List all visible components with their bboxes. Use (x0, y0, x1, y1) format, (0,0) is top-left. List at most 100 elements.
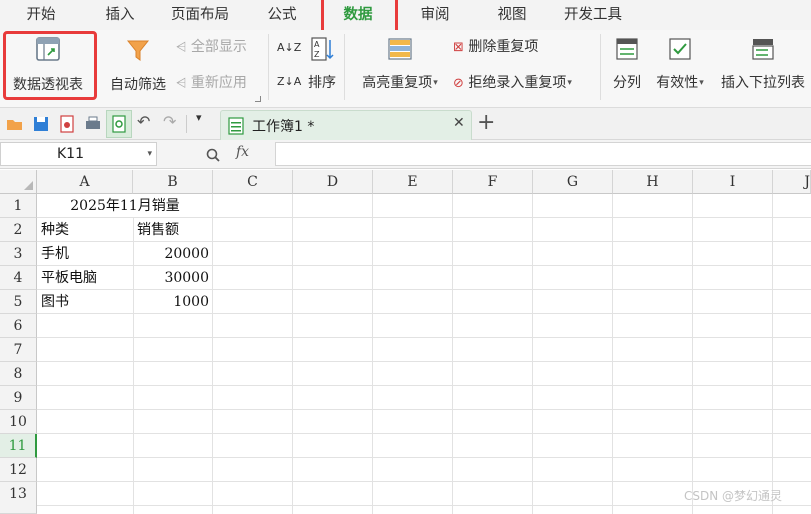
row-header-8[interactable]: 8 (0, 362, 37, 386)
sheet-title-cell[interactable]: 2025年11月销量 (38, 194, 212, 218)
cell-a5[interactable]: 图书 (41, 290, 69, 314)
row-header-4[interactable]: 4 (0, 266, 37, 290)
gridline (37, 409, 811, 410)
filter-group-launcher-icon[interactable] (255, 96, 261, 102)
sort-ascending-button[interactable]: A↓Z (277, 36, 301, 58)
highlight-duplicates-label: 高亮重复项 (362, 75, 433, 91)
cell-a4[interactable]: 平板电脑 (41, 266, 97, 290)
row-header-2[interactable]: 2 (0, 218, 37, 242)
name-box[interactable]: K11 ▾ (0, 142, 157, 166)
undo-icon[interactable]: ↶ (137, 112, 157, 132)
open-folder-icon[interactable] (5, 114, 25, 134)
row-header-11[interactable]: 11 (0, 434, 37, 458)
column-header-f[interactable]: F (453, 170, 533, 194)
cell-a3[interactable]: 手机 (41, 242, 69, 266)
select-all-corner[interactable] (0, 170, 37, 194)
column-header-g[interactable]: G (533, 170, 613, 194)
validity-icon (669, 38, 691, 60)
chevron-down-icon: ▾ (567, 78, 572, 88)
cell-b4[interactable]: 30000 (133, 266, 209, 290)
cell-a2[interactable]: 种类 (41, 218, 69, 242)
document-tab-title: 工作簿1 * (252, 119, 315, 135)
redo-icon[interactable]: ↷ (163, 112, 183, 132)
tab-data[interactable]: 数据 (327, 0, 389, 30)
document-tab[interactable]: 工作簿1 * ✕ (220, 110, 472, 140)
row-header-13[interactable]: 13 (0, 482, 37, 514)
print-icon[interactable] (83, 114, 103, 134)
tab-view[interactable]: 视图 (485, 0, 539, 30)
column-header-c[interactable]: C (213, 170, 293, 194)
cell-b2[interactable]: 销售额 (137, 218, 179, 242)
row-header-3[interactable]: 3 (0, 242, 37, 266)
reapply-button[interactable]: ⩤ 重新应用 (176, 72, 247, 94)
column-header-a[interactable]: A (37, 170, 133, 194)
formula-input[interactable] (275, 142, 811, 166)
column-header-b[interactable]: B (133, 170, 213, 194)
validity-button[interactable]: 有效性▾ (650, 36, 710, 98)
column-header-e[interactable]: E (373, 170, 453, 194)
show-all-button[interactable]: ⩤ 全部显示 (176, 36, 247, 58)
show-all-label: 全部显示 (190, 39, 247, 55)
reject-duplicates-icon: ⊘ (453, 76, 464, 91)
filter-reapply-icon: ⩤ (176, 76, 187, 91)
customize-toolbar-chevron-icon[interactable]: ▾ (196, 111, 216, 131)
tab-page-layout[interactable]: 页面布局 (163, 0, 237, 30)
ribbon: 数据透视表 自动筛选 ⩤ 全部显示 ⩤ 重新应用 A↓Z Z↓A A Z 排序 (0, 30, 811, 108)
remove-duplicates-icon: ⊠ (453, 40, 464, 55)
row-header-7[interactable]: 7 (0, 338, 37, 362)
cell-b3[interactable]: 20000 (133, 242, 209, 266)
sort-icon: A Z (311, 37, 334, 61)
tab-home[interactable]: 开始 (14, 0, 68, 30)
tab-insert[interactable]: 插入 (93, 0, 147, 30)
spreadsheet-grid[interactable]: A B C D E F G H I J 1 2 3 4 5 6 7 8 9 10… (0, 170, 811, 514)
remove-duplicates-button[interactable]: ⊠ 删除重复项 (453, 36, 538, 58)
highlight-duplicates-button[interactable]: 高亮重复项▾ (356, 36, 444, 98)
tab-developer[interactable]: 开发工具 (556, 0, 630, 30)
zoom-search-icon[interactable] (205, 147, 221, 163)
validity-label: 有效性 (656, 75, 699, 91)
sort-button[interactable]: A Z 排序 (304, 36, 340, 98)
pivot-table-icon (36, 37, 60, 61)
reject-duplicates-button[interactable]: ⊘ 拒绝录入重复项▾ (453, 72, 572, 94)
row-header-6[interactable]: 6 (0, 314, 37, 338)
name-box-chevron-down-icon[interactable]: ▾ (147, 143, 152, 165)
insert-dropdown-list-button[interactable]: 插入下拉列表 (715, 36, 811, 98)
column-header-i[interactable]: I (693, 170, 773, 194)
row-header-10[interactable]: 10 (0, 410, 37, 434)
row-header-9[interactable]: 9 (0, 386, 37, 410)
svg-text:A: A (314, 40, 320, 49)
svg-text:Z: Z (314, 50, 320, 59)
split-column-icon (616, 38, 638, 60)
row-header-5[interactable]: 5 (0, 290, 37, 314)
gridline (37, 433, 811, 434)
export-pdf-icon[interactable] (57, 114, 77, 134)
tab-review[interactable]: 审阅 (408, 0, 462, 30)
chevron-down-icon: ▾ (699, 78, 704, 88)
new-tab-plus-icon[interactable]: + (477, 110, 495, 136)
gridline (772, 194, 773, 514)
column-header-j[interactable]: J (773, 170, 811, 194)
row-header-1[interactable]: 1 (0, 194, 37, 218)
column-header-d[interactable]: D (293, 170, 373, 194)
cell-b5[interactable]: 1000 (133, 290, 209, 314)
gridline (37, 385, 811, 386)
print-preview-icon (112, 115, 126, 133)
insert-function-icon[interactable]: fx (236, 144, 249, 160)
row-header-12[interactable]: 12 (0, 458, 37, 482)
gridline (292, 194, 293, 514)
quick-access-toolbar: ↶ ↷ ▾ 工作簿1 * ✕ + (0, 108, 811, 140)
auto-filter-button[interactable]: 自动筛选 (104, 36, 172, 98)
tab-formulas[interactable]: 公式 (255, 0, 309, 30)
pivot-table-label: 数据透视表 (13, 77, 83, 93)
sort-descending-button[interactable]: Z↓A (277, 70, 301, 92)
gridline (212, 194, 213, 514)
menu-bar: 开始 插入 页面布局 公式 数据 审阅 视图 开发工具 (0, 0, 811, 30)
split-column-button[interactable]: 分列 (607, 36, 647, 98)
close-tab-icon[interactable]: ✕ (453, 115, 465, 131)
pivot-table-button[interactable]: 数据透视表 (6, 36, 90, 98)
ribbon-separator (268, 34, 269, 100)
gridline (37, 457, 811, 458)
save-icon[interactable] (31, 114, 51, 134)
column-header-h[interactable]: H (613, 170, 693, 194)
gridline (452, 194, 453, 514)
